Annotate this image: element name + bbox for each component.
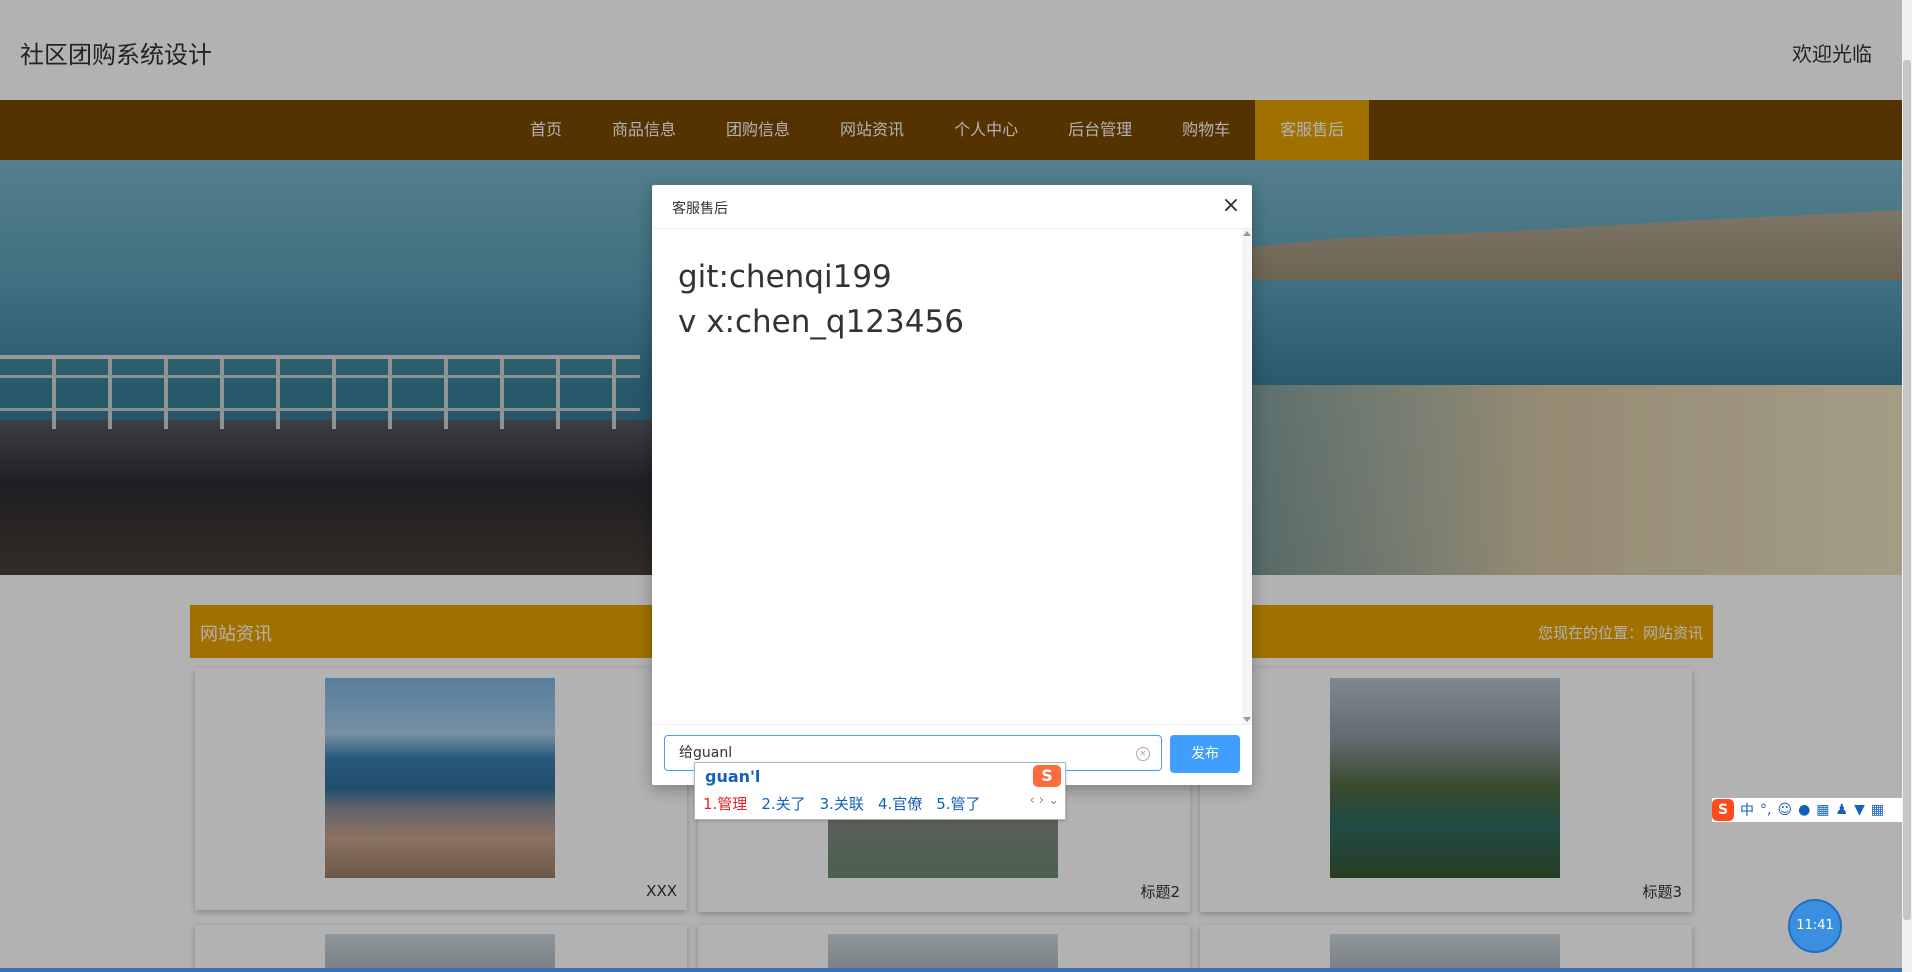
ime-candidate[interactable]: 3.关联	[820, 793, 864, 814]
ime-candidates: 1.管理 2.关了 3.关联 4.官僚 5.管了	[703, 793, 995, 814]
scroll-down-icon[interactable]	[1243, 717, 1251, 722]
smiley-icon[interactable]: ☺	[1777, 802, 1792, 818]
scrollbar-thumb[interactable]	[1903, 60, 1911, 920]
keyboard-icon[interactable]: ▦	[1816, 802, 1829, 818]
sogou-logo-icon: S	[1033, 765, 1061, 787]
page-scrollbar[interactable]	[1902, 0, 1912, 972]
chat-message: git:chenqi199	[678, 259, 892, 295]
close-icon[interactable]: ×	[1220, 195, 1242, 217]
chat-messages: git:chenqi199 v x:chen_q123456	[652, 229, 1242, 724]
ime-candidate[interactable]: 5.管了	[936, 793, 980, 814]
clear-input-icon[interactable]: ×	[1136, 747, 1150, 761]
floating-clock[interactable]: 11:41	[1788, 899, 1842, 953]
ime-candidate-box: guan'l S 1.管理 2.关了 3.关联 4.官僚 5.管了 ‹ › ⌄	[694, 762, 1066, 820]
user-icon[interactable]: ♟	[1836, 802, 1849, 818]
ime-punct-toggle[interactable]: °,	[1760, 802, 1771, 818]
taskbar-edge	[0, 968, 1902, 972]
shirt-icon[interactable]: ▼	[1854, 802, 1865, 818]
ime-candidate[interactable]: 4.官僚	[878, 793, 922, 814]
ime-candidate[interactable]: 1.管理	[703, 793, 747, 814]
ime-mode-toggle[interactable]: 中	[1740, 800, 1754, 820]
customer-service-dialog: 客服售后 × git:chenqi199 v x:chen_q123456 给g…	[652, 185, 1252, 785]
scroll-up-icon[interactable]	[1243, 231, 1251, 236]
mic-icon[interactable]: ●	[1798, 802, 1810, 818]
publish-button[interactable]: 发布	[1170, 735, 1240, 773]
ime-candidate[interactable]: 2.关了	[761, 793, 805, 814]
grid-icon[interactable]: ▦	[1871, 802, 1884, 818]
ime-page-arrows-icon[interactable]: ‹ › ⌄	[1029, 793, 1059, 808]
dialog-title: 客服售后	[672, 201, 728, 217]
sogou-logo-icon[interactable]: S	[1712, 799, 1734, 821]
page: 社区团购系统设计 欢迎光临 首页 商品信息 团购信息 网站资讯 个人中心 后台管…	[0, 0, 1902, 972]
chat-message: v x:chen_q123456	[678, 304, 964, 340]
dialog-header: 客服售后 ×	[652, 185, 1252, 229]
chat-scrollbar[interactable]	[1242, 229, 1252, 724]
ime-toolbar: S 中 °, ☺ ● ▦ ♟ ▼ ▦	[1712, 798, 1902, 822]
ime-pinyin: guan'l	[705, 767, 761, 786]
